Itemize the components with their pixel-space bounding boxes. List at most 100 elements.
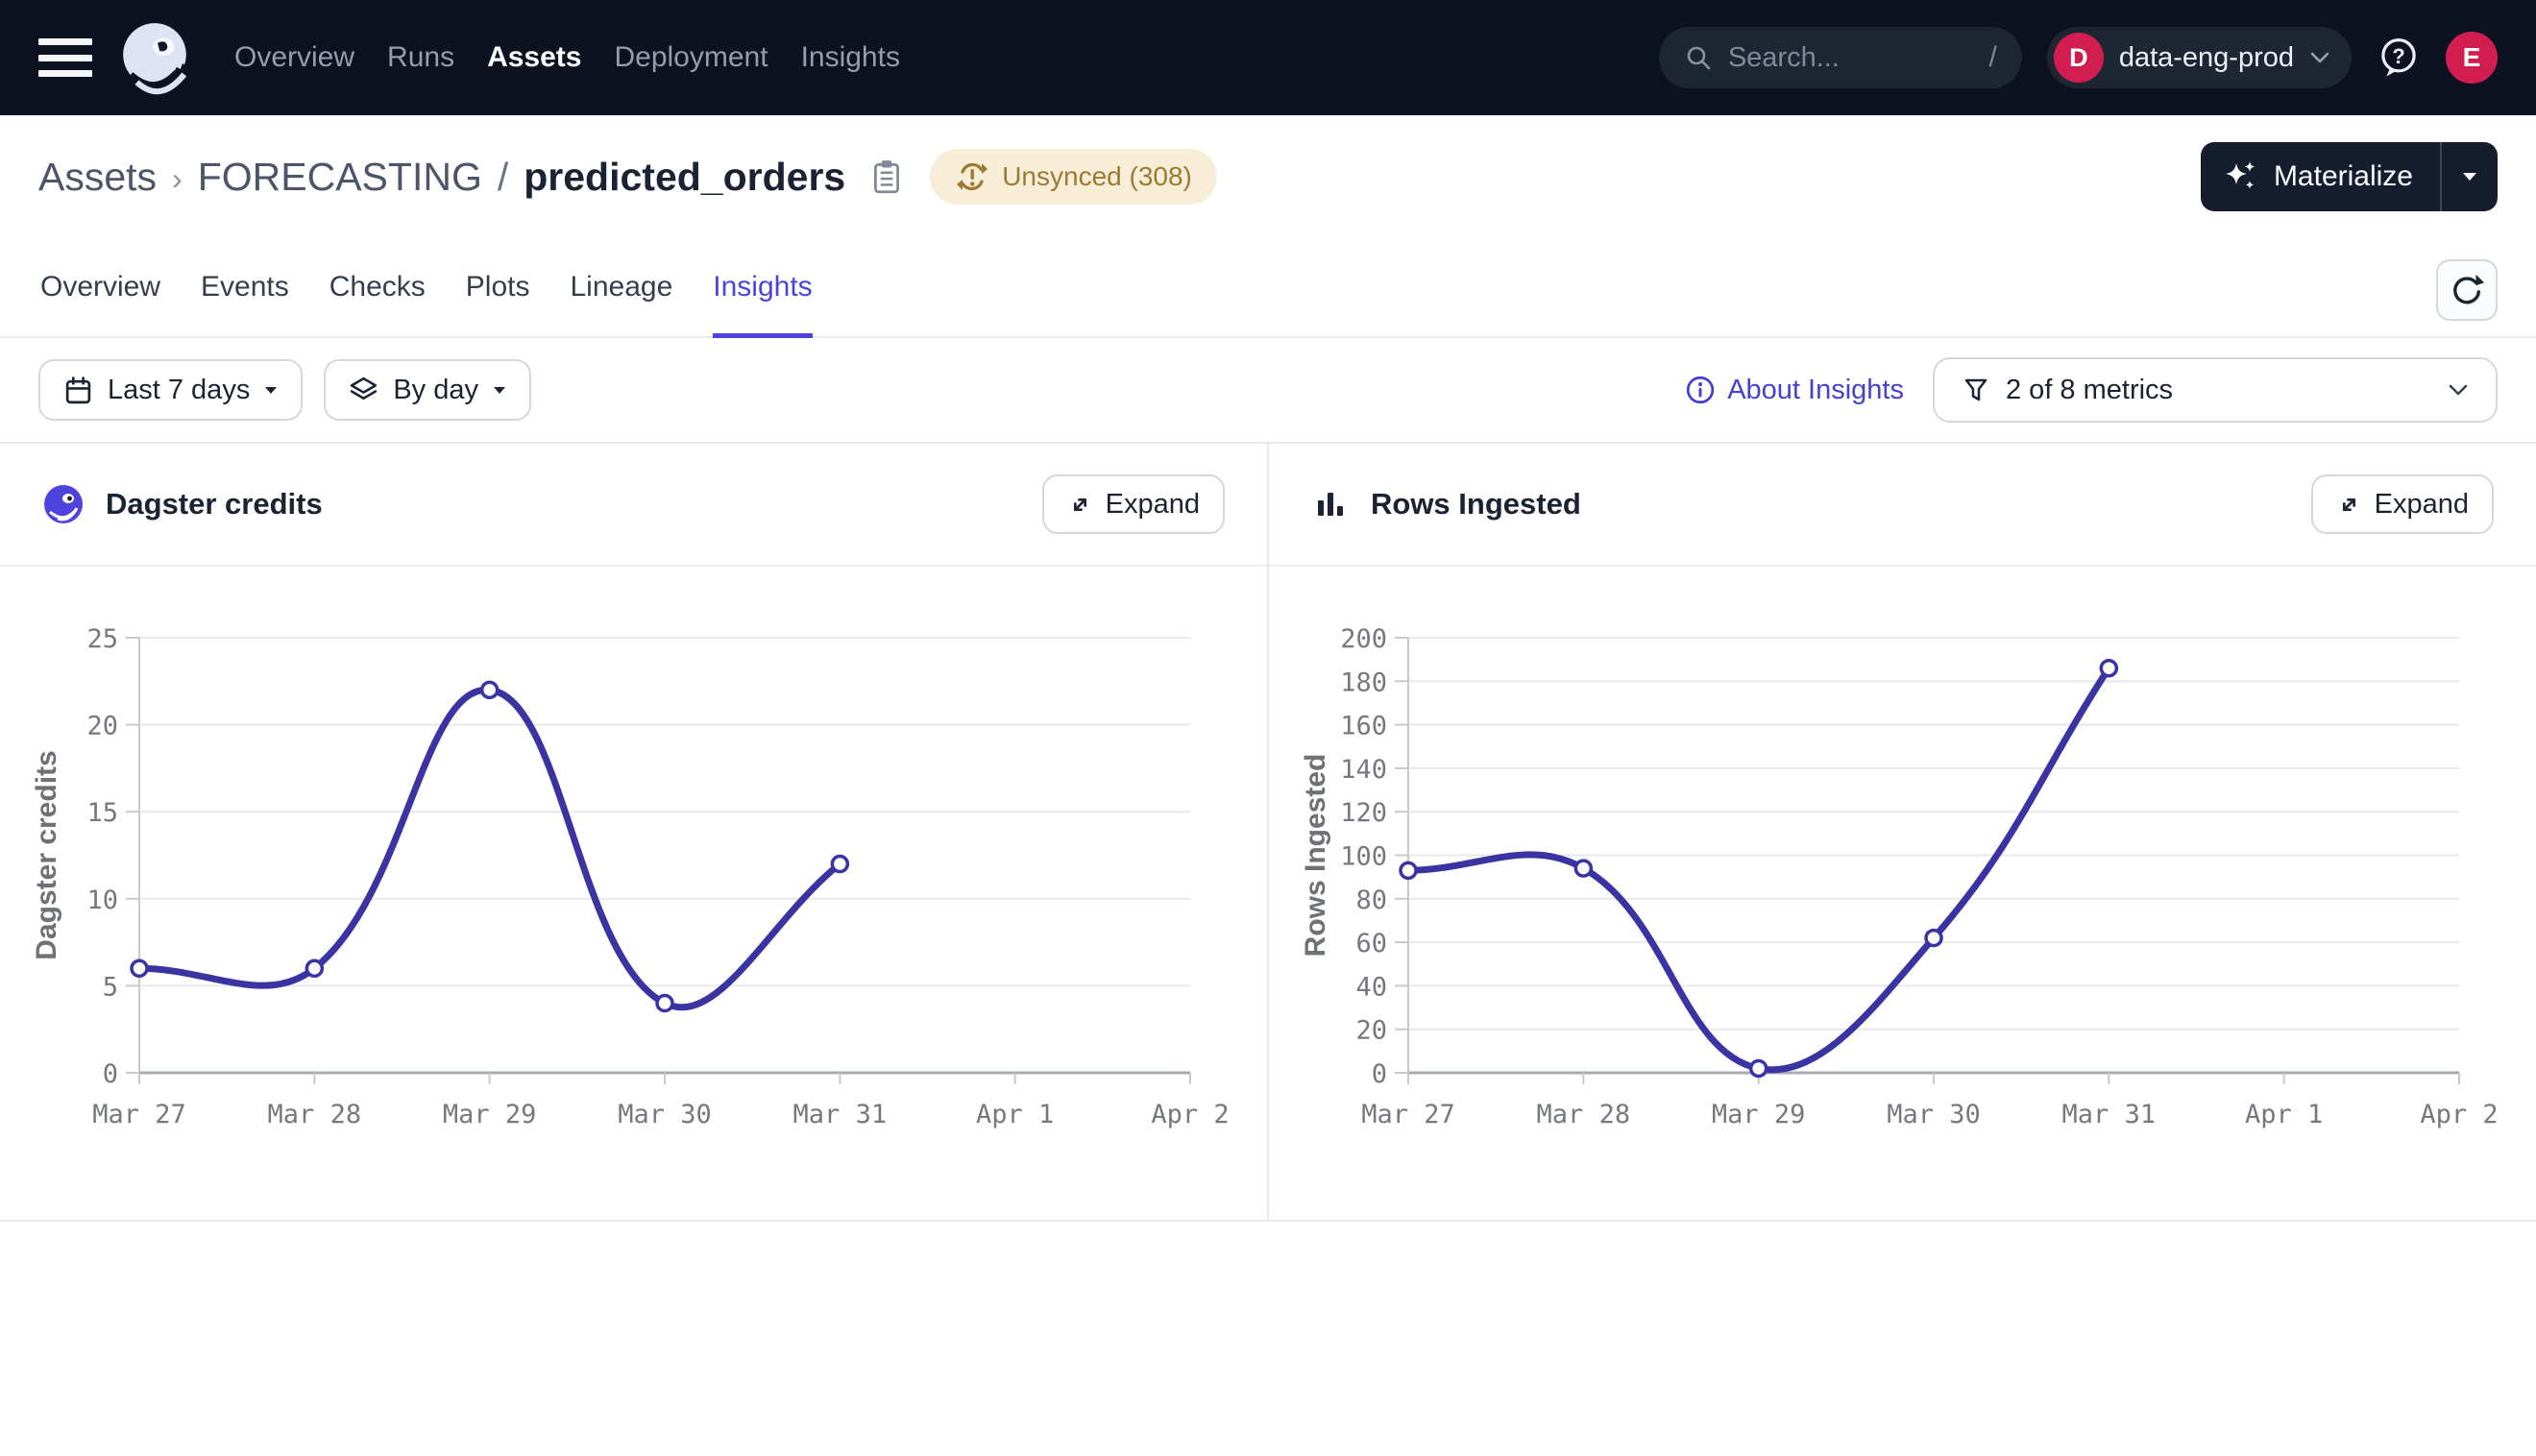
metrics-filter-dropdown[interactable]: 2 of 8 metrics: [1933, 357, 2498, 423]
rows-ingested-chart: 0 20 40 60 80 100 120 140 160 180 200 Mar 27 Mar 28 M…: [1269, 567, 2536, 1220]
svg-text:80: 80: [1355, 886, 1387, 915]
svg-text:140: 140: [1340, 755, 1387, 785]
breadcrumb-group-link[interactable]: FORECASTING: [198, 155, 482, 200]
sync-alert-icon: [955, 159, 989, 194]
nav-item-runs[interactable]: Runs: [387, 41, 454, 74]
expand-icon: [2336, 492, 2362, 518]
workspace-name: data-eng-prod: [2119, 42, 2294, 74]
breadcrumb-slash: /: [498, 155, 508, 200]
tab-insights[interactable]: Insights: [713, 238, 812, 336]
svg-text:?: ?: [2392, 44, 2404, 68]
chevron-down-icon: [2309, 51, 2330, 64]
date-range-dropdown[interactable]: Last 7 days: [38, 359, 303, 421]
caret-down-icon: [264, 386, 278, 395]
tab-checks[interactable]: Checks: [329, 238, 426, 336]
svg-text:20: 20: [1355, 1016, 1387, 1046]
search-input[interactable]: [1728, 42, 1920, 74]
nav-item-deployment[interactable]: Deployment: [614, 41, 768, 74]
svg-text:Mar 30: Mar 30: [1887, 1100, 1981, 1129]
insights-charts: Dagster credits Expand 0 5 10 15 20 25 Mar 27 M…: [0, 442, 2536, 1222]
svg-text:Mar 30: Mar 30: [618, 1100, 712, 1129]
svg-text:Apr 1: Apr 1: [976, 1100, 1054, 1129]
svg-text:Mar 31: Mar 31: [2062, 1100, 2157, 1129]
svg-text:200: 200: [1340, 624, 1387, 654]
materialize-button[interactable]: Materialize: [2201, 142, 2440, 211]
dagster-credits-chart: 0 5 10 15 20 25 Mar 27 Mar 28 Mar 29 Mar 30 Mar 31…: [0, 567, 1267, 1220]
refresh-button[interactable]: [2436, 259, 2498, 321]
sparkles-icon: [2224, 159, 2258, 194]
filter-funnel-icon: [1962, 376, 1990, 404]
nav-item-assets[interactable]: Assets: [487, 41, 581, 74]
expand-dagster-credits-button[interactable]: Expand: [1042, 474, 1225, 534]
chevron-down-icon: [2448, 383, 2469, 397]
search-shortcut-hint: /: [1988, 41, 1996, 74]
tab-overview[interactable]: Overview: [40, 238, 160, 336]
svg-text:120: 120: [1340, 798, 1387, 828]
svg-text:Mar 28: Mar 28: [268, 1100, 362, 1129]
materialize-split-button: Materialize: [2201, 142, 2498, 211]
svg-text:60: 60: [1355, 929, 1387, 959]
svg-text:100: 100: [1340, 842, 1387, 872]
unsynced-label: Unsynced (308): [1002, 161, 1192, 192]
help-icon[interactable]: ?: [2377, 36, 2421, 80]
primary-nav: Overview Runs Assets Deployment Insights: [234, 41, 900, 74]
asset-tabs: Overview Events Checks Plots Lineage Ins…: [0, 238, 2536, 338]
chart-title: Dagster credits: [106, 487, 323, 522]
copy-asset-name-icon[interactable]: [870, 158, 903, 196]
svg-text:20: 20: [86, 712, 118, 741]
user-avatar[interactable]: E: [2446, 32, 2498, 84]
materialize-dropdown-caret[interactable]: [2442, 142, 2498, 211]
search-box[interactable]: /: [1659, 27, 2022, 88]
chart-title: Rows Ingested: [1371, 487, 1581, 522]
caret-down-icon: [493, 386, 506, 395]
expand-rows-ingested-button[interactable]: Expand: [2311, 474, 2494, 534]
tab-plots[interactable]: Plots: [466, 238, 530, 336]
svg-text:160: 160: [1340, 712, 1387, 741]
svg-text:180: 180: [1340, 667, 1387, 697]
dagster-credits-icon: [42, 483, 85, 525]
svg-text:Apr 1: Apr 1: [2245, 1100, 2323, 1129]
dagster-logo-icon[interactable]: [117, 19, 194, 96]
hamburger-menu-icon[interactable]: [38, 36, 92, 79]
svg-text:Mar 28: Mar 28: [1537, 1100, 1631, 1129]
calendar-icon: [63, 376, 93, 405]
info-icon: [1685, 375, 1716, 405]
svg-text:40: 40: [1355, 972, 1387, 1002]
granularity-dropdown[interactable]: By day: [324, 359, 531, 421]
breadcrumb: Assets › FORECASTING / predicted_orders: [38, 155, 903, 200]
breadcrumb-assets-link[interactable]: Assets: [38, 155, 157, 200]
svg-text:Apr 2: Apr 2: [2420, 1100, 2498, 1129]
page-title: predicted_orders: [524, 155, 845, 200]
svg-text:0: 0: [1372, 1059, 1387, 1089]
svg-text:Mar 29: Mar 29: [443, 1100, 537, 1129]
svg-text:5: 5: [103, 972, 118, 1002]
asset-header: Assets › FORECASTING / predicted_orders …: [0, 115, 2536, 238]
svg-text:Rows Ingested: Rows Ingested: [1300, 754, 1331, 958]
svg-text:Mar 29: Mar 29: [1712, 1100, 1806, 1129]
nav-item-insights[interactable]: Insights: [801, 41, 900, 74]
svg-text:0: 0: [103, 1059, 118, 1089]
svg-text:Dagster credits: Dagster credits: [31, 750, 62, 959]
tab-events[interactable]: Events: [201, 238, 289, 336]
svg-text:10: 10: [86, 886, 118, 915]
workspace-badge: D: [2054, 33, 2104, 83]
nav-item-overview[interactable]: Overview: [234, 41, 354, 74]
bar-chart-icon: [1311, 485, 1350, 523]
svg-text:15: 15: [86, 798, 118, 828]
unsynced-status-badge[interactable]: Unsynced (308): [930, 149, 1217, 205]
svg-text:Apr 2: Apr 2: [1151, 1100, 1229, 1129]
tab-lineage[interactable]: Lineage: [571, 238, 673, 336]
svg-text:Mar 27: Mar 27: [92, 1100, 186, 1129]
expand-icon: [1067, 492, 1093, 518]
top-nav: Overview Runs Assets Deployment Insights…: [0, 0, 2536, 115]
svg-text:25: 25: [86, 624, 118, 654]
svg-text:Mar 31: Mar 31: [793, 1100, 888, 1129]
breadcrumb-chevron-icon: ›: [172, 158, 183, 197]
layers-icon: [349, 376, 378, 405]
svg-text:Mar 27: Mar 27: [1361, 1100, 1455, 1129]
workspace-switcher[interactable]: D data-eng-prod: [2047, 27, 2352, 88]
refresh-icon: [2449, 272, 2485, 308]
about-insights-link[interactable]: About Insights: [1685, 375, 1904, 406]
search-icon: [1684, 43, 1713, 72]
dagster-credits-panel: Dagster credits Expand 0 5 10 15 20 25 Mar 27 M…: [0, 444, 1267, 1220]
